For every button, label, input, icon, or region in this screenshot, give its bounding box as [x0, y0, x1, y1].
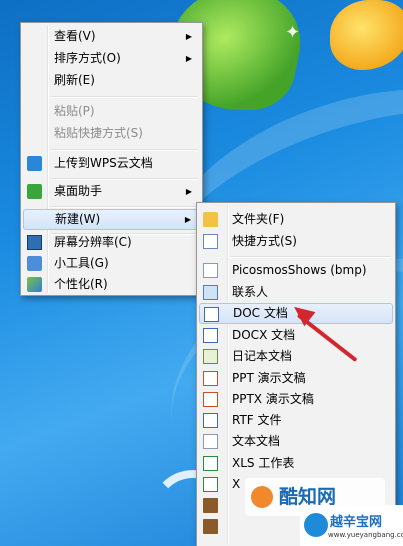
kuzhi-logo-icon	[251, 486, 273, 508]
watermark-yueyangbang: 越辛宝网 www.yueyangbang.com	[300, 505, 403, 546]
menu-item-label: 屏幕分辨率(C)	[54, 235, 132, 249]
windows-logo-yellow	[330, 0, 403, 70]
rtf-icon	[203, 413, 218, 428]
menu-item-screen-resolution[interactable]: 屏幕分辨率(C)	[23, 232, 200, 253]
menu-item-view[interactable]: 查看(V) ▶	[23, 26, 200, 47]
menu-item-label: 排序方式(O)	[54, 51, 121, 65]
submenu-item-folder[interactable]: 文件夹(F)	[199, 209, 393, 230]
submenu-item-label: 快捷方式(S)	[232, 234, 297, 248]
submenu-item-label: XLS 工作表	[232, 456, 295, 470]
butterfly-icon: ✦	[285, 22, 301, 43]
desktop-helper-icon	[27, 184, 42, 199]
docx-icon	[203, 328, 218, 343]
menu-separator	[51, 96, 198, 98]
menu-item-upload-wps[interactable]: 上传到WPS云文档	[23, 153, 200, 174]
contact-icon	[203, 285, 218, 300]
submenu-arrow-icon: ▶	[185, 54, 192, 63]
menu-item-refresh[interactable]: 刷新(E)	[23, 70, 200, 91]
submenu-item-label: 日记本文档	[232, 349, 293, 363]
submenu-arrow-icon: ▶	[184, 215, 191, 224]
pptx-icon	[203, 392, 218, 407]
monitor-icon	[27, 235, 42, 250]
menu-item-label: 粘贴(P)	[54, 104, 95, 118]
submenu-item-docx[interactable]: DOCX 文档	[199, 325, 393, 346]
menu-separator	[51, 149, 198, 151]
watermark-url: www.yueyangbang.com	[328, 531, 403, 539]
submenu-arrow-icon: ▶	[185, 187, 192, 196]
ppt-icon	[203, 371, 218, 386]
site-logo-icon	[304, 513, 328, 537]
submenu-item-label: PPT 演示文稿	[232, 371, 306, 385]
doc-icon	[204, 307, 219, 322]
txt-icon	[203, 434, 218, 449]
menu-item-label: 刷新(E)	[54, 73, 95, 87]
menu-item-paste: 粘贴(P)	[23, 101, 200, 122]
menu-item-new[interactable]: 新建(W) ▶	[23, 209, 200, 230]
menu-item-desktop-helper[interactable]: 桌面助手 ▶	[23, 181, 200, 202]
personalize-icon	[27, 277, 42, 292]
submenu-item-ppt[interactable]: PPT 演示文稿	[199, 368, 393, 389]
submenu-item-contact[interactable]: 联系人	[199, 282, 393, 303]
submenu-item-pptx[interactable]: PPTX 演示文稿	[199, 389, 393, 410]
submenu-item-label: X	[232, 477, 241, 491]
submenu-item-xls[interactable]: XLS 工作表	[199, 453, 393, 474]
menu-item-label: 个性化(R)	[54, 277, 108, 291]
submenu-item-shortcut[interactable]: 快捷方式(S)	[199, 231, 393, 252]
watermark-title: 越辛宝网	[330, 515, 383, 530]
submenu-item-label: 文件夹(F)	[232, 212, 285, 226]
folder-icon	[203, 212, 218, 227]
menu-item-gadgets[interactable]: 小工具(G)	[23, 253, 200, 274]
submenu-item-bmp[interactable]: PicosmosShows (bmp)	[199, 260, 393, 281]
submenu-item-label: 文本文档	[232, 434, 281, 448]
zip-icon	[203, 498, 218, 513]
journal-icon	[203, 349, 218, 364]
menu-item-label: 上传到WPS云文档	[54, 156, 153, 170]
menu-item-personalize[interactable]: 个性化(R)	[23, 274, 200, 295]
submenu-item-label: 联系人	[232, 285, 269, 299]
menu-separator	[51, 178, 198, 180]
xls-icon	[203, 456, 218, 471]
menu-item-label: 小工具(G)	[54, 256, 109, 270]
submenu-arrow-icon: ▶	[185, 32, 192, 41]
menu-separator	[51, 206, 198, 208]
menu-item-label: 桌面助手	[54, 184, 103, 198]
submenu-item-label: PicosmosShows (bmp)	[232, 263, 367, 277]
wps-cloud-icon	[27, 156, 42, 171]
submenu-item-journal[interactable]: 日记本文档	[199, 346, 393, 367]
submenu-item-label: PPTX 演示文稿	[232, 392, 314, 406]
menu-item-label: 新建(W)	[55, 212, 101, 226]
menu-item-label: 粘贴快捷方式(S)	[54, 126, 143, 140]
desktop-context-menu: 查看(V) ▶ 排序方式(O) ▶ 刷新(E) 粘贴(P) 粘贴快捷方式(S) …	[20, 22, 203, 296]
bmp-file-icon	[203, 263, 218, 278]
menu-separator	[231, 256, 391, 258]
menu-item-label: 查看(V)	[54, 29, 96, 43]
shortcut-icon	[203, 234, 218, 249]
xlsx-icon	[203, 477, 218, 492]
menu-item-paste-shortcut: 粘贴快捷方式(S)	[23, 123, 200, 144]
menu-item-sort[interactable]: 排序方式(O) ▶	[23, 48, 200, 69]
submenu-item-label: DOCX 文档	[232, 328, 296, 342]
submenu-item-txt[interactable]: 文本文档	[199, 431, 393, 452]
submenu-item-label: RTF 文件	[232, 413, 282, 427]
briefcase-icon	[203, 519, 218, 534]
submenu-item-rtf[interactable]: RTF 文件	[199, 410, 393, 431]
submenu-item-label: DOC 文档	[233, 306, 288, 320]
gadget-icon	[27, 256, 42, 271]
